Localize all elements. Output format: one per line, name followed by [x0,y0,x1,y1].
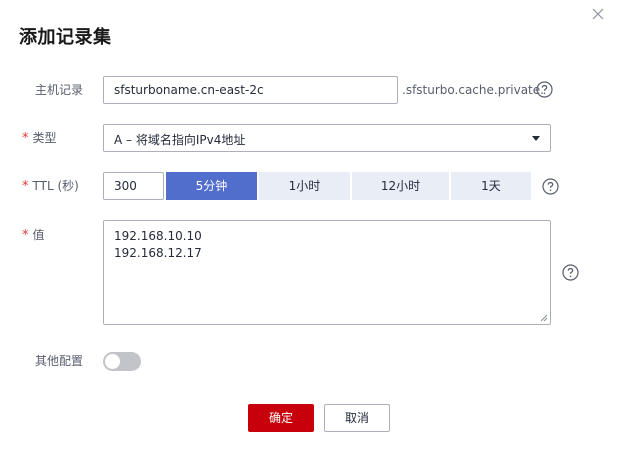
confirm-button[interactable]: 确定 [248,404,314,432]
add-record-set-dialog: 添加记录集 主机记录 .sfsturbo.cache.private. *类型 … [0,0,639,451]
value-line: 192.168.12.17 [114,246,202,260]
required-mark: * [22,179,29,194]
ttl-option-1day[interactable]: 1天 [451,172,531,200]
host-record-suffix: .sfsturbo.cache.private. [402,83,544,97]
help-icon[interactable] [542,178,559,195]
close-icon[interactable] [590,6,606,22]
ttl-option-12hours[interactable]: 12小时 [352,172,449,200]
host-record-input[interactable] [103,76,398,104]
dialog-title: 添加记录集 [19,27,112,48]
chevron-down-icon [532,136,540,141]
resize-handle-icon[interactable] [540,314,548,322]
help-icon[interactable] [562,264,579,281]
type-label: 类型 [32,131,57,145]
required-mark: * [22,228,29,243]
type-select-value: A – 将域名指向IPv4地址 [114,133,246,147]
type-select[interactable]: A – 将域名指向IPv4地址 [103,124,551,152]
ttl-input[interactable] [103,172,164,200]
host-record-label: 主机记录 [35,83,84,97]
other-config-toggle[interactable] [103,352,141,371]
value-label: 值 [32,228,45,242]
ttl-option-1hour[interactable]: 1小时 [259,172,350,200]
required-mark: * [22,131,29,146]
value-line: 192.168.10.10 [114,229,202,243]
ttl-option-5min[interactable]: 5分钟 [166,172,257,200]
value-label-wrap: * 值 [22,227,45,244]
help-icon[interactable] [536,81,553,98]
ttl-label-wrap: * TTL (秒) [22,178,79,195]
toggle-knob [105,354,120,369]
type-label-wrap: * 类型 [22,130,57,147]
other-config-label: 其他配置 [35,354,84,368]
value-textarea[interactable]: 192.168.10.10 192.168.12.17 [103,220,551,325]
cancel-button[interactable]: 取消 [324,404,390,432]
ttl-label: TTL (秒) [32,179,79,193]
